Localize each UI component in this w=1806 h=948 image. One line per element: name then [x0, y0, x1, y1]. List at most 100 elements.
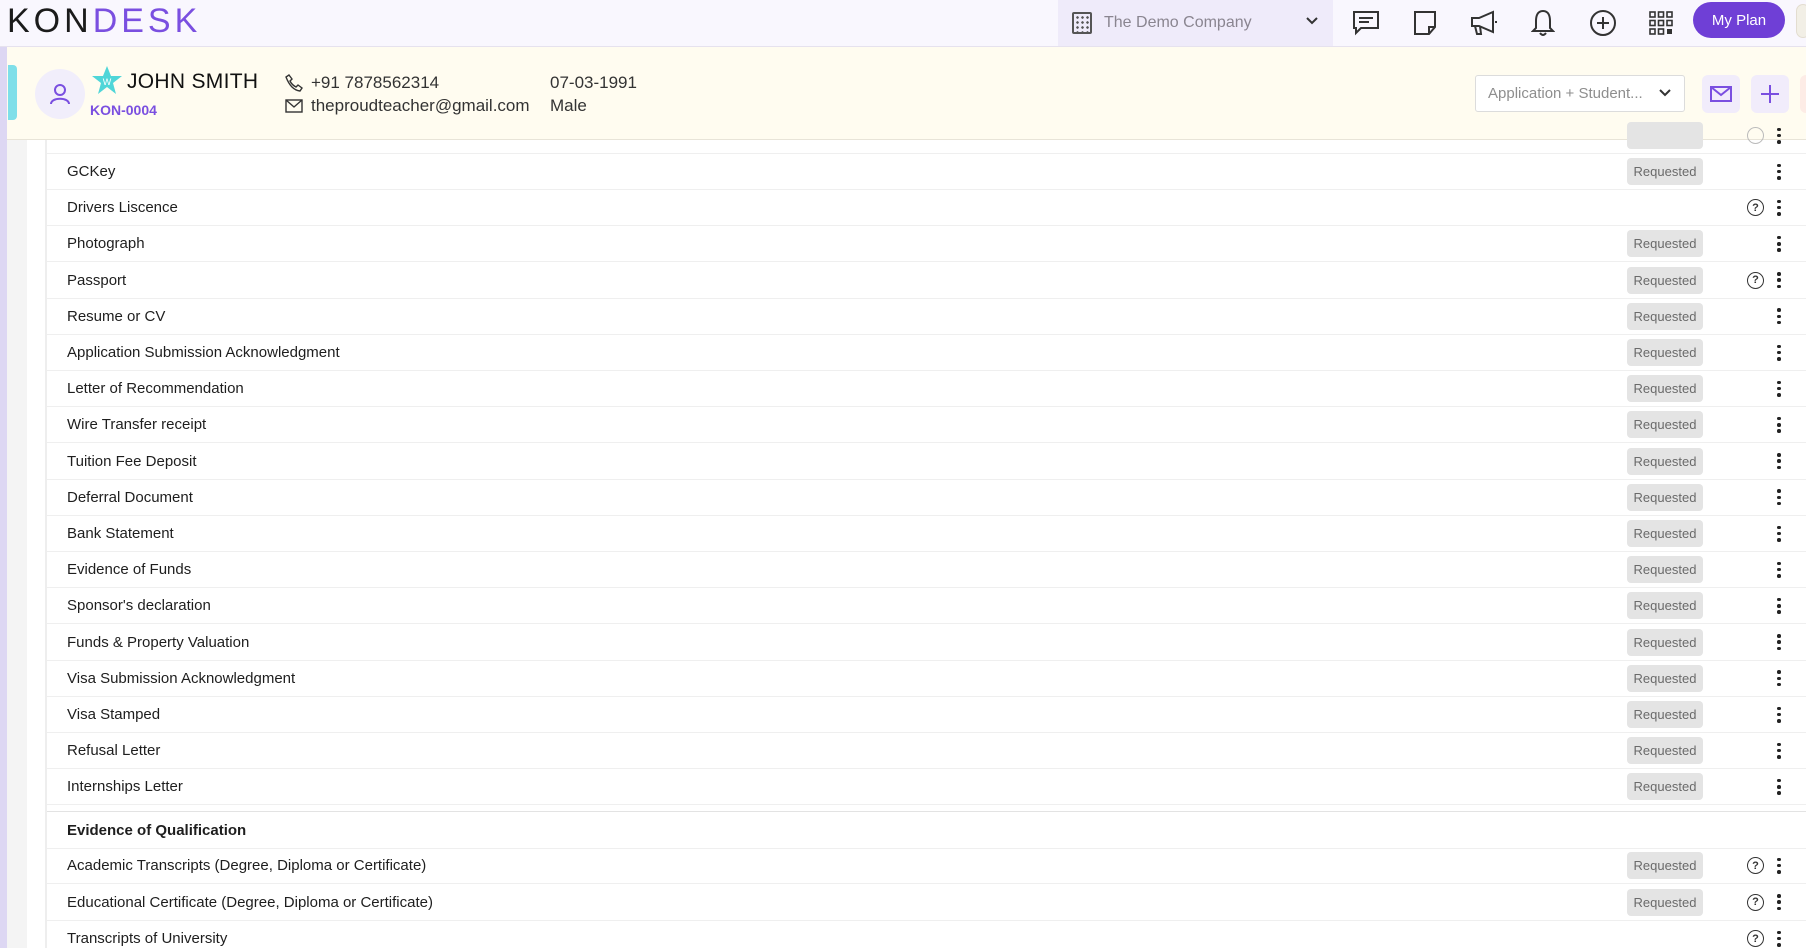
star-badge-letter: W — [103, 77, 112, 87]
document-row[interactable]: Bank Statement Requested — [47, 516, 1806, 552]
more-options-icon[interactable] — [1773, 596, 1785, 616]
more-options-icon[interactable] — [1773, 234, 1785, 254]
more-options-icon[interactable] — [1773, 343, 1785, 363]
more-options-icon[interactable] — [1773, 270, 1785, 290]
document-name: Visa Stamped — [67, 706, 161, 723]
company-selector[interactable]: The Demo Company — [1058, 0, 1333, 46]
document-row[interactable]: Letter of Recommendation Requested — [47, 371, 1806, 408]
contact-id[interactable]: KON-0004 — [90, 102, 157, 118]
chat-icon[interactable] — [1349, 6, 1383, 40]
help-icon[interactable]: ? — [1747, 857, 1764, 874]
document-name: Drivers Liscence — [67, 199, 178, 217]
more-options-icon[interactable] — [1773, 741, 1785, 761]
status-badge: Requested — [1627, 411, 1703, 439]
status-badge: Requested — [1627, 266, 1703, 294]
add-button[interactable] — [1751, 75, 1789, 113]
document-row[interactable]: Academic Transcripts (Degree, Diploma or… — [47, 848, 1806, 884]
document-name: Tuition Fee Deposit — [67, 452, 197, 470]
status-badge: Requested — [1627, 447, 1703, 475]
document-row-partial[interactable] — [47, 118, 1806, 154]
help-icon[interactable]: ? — [1747, 271, 1764, 289]
close-button[interactable] — [1800, 75, 1806, 113]
document-row[interactable]: Photograph Requested — [47, 226, 1806, 263]
user-avatar[interactable] — [1796, 4, 1806, 38]
status-badge: Requested — [1627, 773, 1703, 801]
document-row[interactable]: Internships Letter Requested — [47, 769, 1806, 806]
document-row[interactable]: Sponsor's declaration Requested — [47, 588, 1806, 625]
document-row[interactable]: Wire Transfer receipt Requested — [47, 407, 1806, 444]
more-options-icon[interactable] — [1773, 126, 1785, 146]
more-options-icon[interactable] — [1773, 560, 1785, 580]
phone-number: +91 7878562314 — [311, 73, 440, 92]
bell-icon[interactable] — [1526, 6, 1560, 40]
document-row[interactable]: Drivers Liscence? — [47, 190, 1806, 227]
document-row[interactable]: Educational Certificate (Degree, Diploma… — [47, 885, 1806, 921]
megaphone-icon[interactable] — [1467, 6, 1501, 40]
document-name: Visa Submission Acknowledgment — [67, 669, 296, 687]
kondesk-logo[interactable]: KON DESK — [7, 1, 202, 40]
document-row[interactable]: GCKey Requested — [47, 154, 1806, 190]
more-options-icon[interactable] — [1773, 668, 1785, 688]
apps-grid-icon[interactable] — [1644, 6, 1678, 40]
document-row[interactable]: Transcripts of University? — [47, 921, 1806, 948]
logo-text-kon: KON — [7, 1, 93, 40]
more-options-icon[interactable] — [1773, 777, 1785, 797]
more-options-icon[interactable] — [1773, 306, 1785, 326]
contact-name: JOHN SMITH — [127, 70, 259, 93]
document-name: Academic Transcripts (Degree, Diploma or… — [67, 857, 427, 874]
status-badge: Requested — [1627, 483, 1703, 511]
document-row[interactable]: Tuition Fee Deposit Requested — [47, 444, 1806, 480]
document-row[interactable]: Application Submission Acknowledgment Req… — [47, 335, 1806, 371]
logo-text-desk: DESK — [92, 1, 202, 40]
document-name: Internships Letter — [67, 778, 183, 796]
gender: Male — [550, 96, 587, 115]
more-options-icon[interactable] — [1773, 198, 1785, 218]
document-row[interactable]: Funds & Property Valuation Requested — [47, 625, 1806, 661]
date-of-birth: 07-03-1991 — [550, 73, 637, 92]
status-badge: Requested — [1627, 628, 1703, 656]
phone-icon — [285, 74, 303, 92]
more-options-icon[interactable] — [1773, 856, 1785, 876]
more-options-icon[interactable] — [1773, 162, 1785, 182]
more-options-icon[interactable] — [1773, 379, 1785, 399]
document-name: Wire Transfer receipt — [67, 416, 207, 434]
help-icon[interactable] — [1747, 127, 1764, 144]
section-divider — [47, 811, 1806, 812]
status-badge: Requested — [1627, 556, 1703, 584]
document-row[interactable]: Passport Requested? — [47, 263, 1806, 299]
document-row[interactable]: Resume or CV Requested — [47, 299, 1806, 335]
my-plan-button[interactable]: My Plan — [1693, 2, 1785, 38]
help-icon[interactable]: ? — [1747, 199, 1764, 217]
template-select[interactable]: Application + Student... — [1475, 75, 1685, 112]
user-icon — [50, 84, 70, 105]
send-email-button[interactable] — [1702, 75, 1740, 113]
more-options-icon[interactable] — [1773, 892, 1785, 912]
plus-circle-icon[interactable] — [1586, 6, 1620, 40]
status-badge: Requested — [1627, 664, 1703, 692]
more-options-icon[interactable] — [1773, 632, 1785, 652]
document-name: Letter of Recommendation — [67, 380, 244, 398]
more-options-icon[interactable] — [1773, 705, 1785, 725]
document-row[interactable]: Evidence of Funds Requested — [47, 552, 1806, 589]
more-options-icon[interactable] — [1773, 524, 1785, 544]
document-row[interactable]: Refusal Letter Requested — [47, 733, 1806, 770]
section-title: Evidence of Qualification — [67, 822, 247, 839]
help-icon[interactable]: ? — [1747, 930, 1764, 947]
document-row[interactable]: Visa Submission Acknowledgment Requested — [47, 661, 1806, 697]
more-options-icon[interactable] — [1773, 929, 1785, 948]
document-row[interactable]: Deferral Document Requested — [47, 480, 1806, 516]
chevron-down-icon — [1305, 13, 1319, 29]
document-name: Resume or CV — [67, 307, 166, 325]
more-options-icon[interactable] — [1773, 451, 1785, 471]
more-options-icon[interactable] — [1773, 415, 1785, 435]
document-row[interactable]: Visa Stamped Requested — [47, 697, 1806, 733]
sticky-note-icon[interactable] — [1408, 6, 1442, 40]
document-name: Educational Certificate (Degree, Diploma… — [67, 893, 433, 911]
left-gutter — [7, 140, 27, 948]
help-icon[interactable]: ? — [1747, 893, 1764, 911]
status-badge: Requested — [1627, 375, 1703, 403]
profile-accent-tab[interactable] — [8, 65, 17, 120]
more-options-icon[interactable] — [1773, 487, 1785, 507]
document-name: Deferral Document — [67, 488, 193, 506]
mail-icon — [1710, 86, 1732, 102]
